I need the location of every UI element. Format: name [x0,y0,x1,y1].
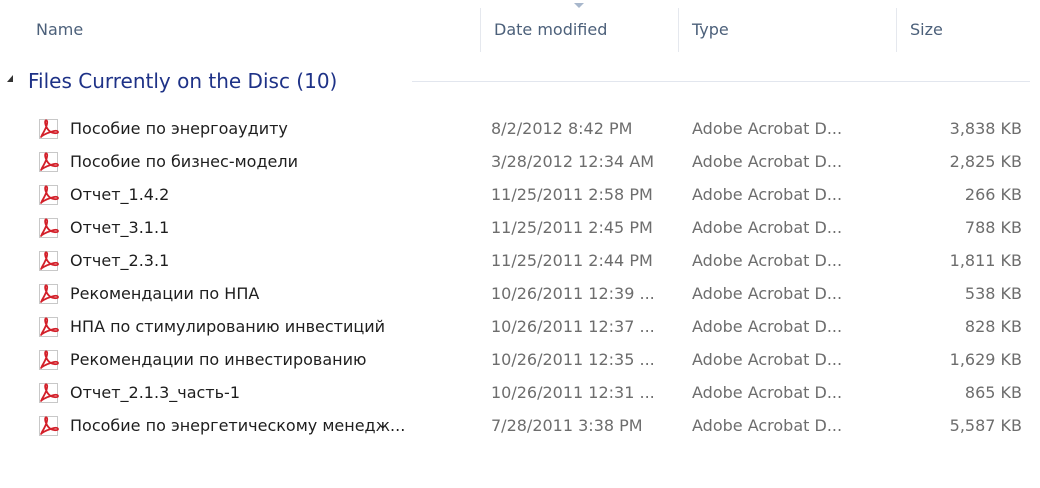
file-name: НПА по стимулированию инвестиций [70,317,386,336]
file-type: Adobe Acrobat D... [692,350,843,369]
group-title: Files Currently on the Disc (10) [28,69,338,93]
file-name: Отчет_2.3.1 [70,251,170,270]
file-size: 1,811 KB [949,251,1022,270]
file-date-modified: 11/25/2011 2:45 PM [491,218,653,237]
file-row[interactable]: Отчет_2.3.1 11/25/2011 2:44 PM Adobe Acr… [0,244,1040,277]
file-name: Рекомендации по НПА [70,284,260,303]
file-date-modified: 10/26/2011 12:39 ... [491,284,655,303]
file-row[interactable]: Рекомендации по НПА 10/26/2011 12:39 ...… [0,277,1040,310]
file-row[interactable]: Отчет_3.1.1 11/25/2011 2:45 PM Adobe Acr… [0,211,1040,244]
file-row[interactable]: Отчет_1.4.2 11/25/2011 2:58 PM Adobe Acr… [0,178,1040,211]
file-type: Adobe Acrobat D... [692,383,843,402]
file-size: 5,587 KB [949,416,1022,435]
file-date-modified: 11/25/2011 2:44 PM [491,251,653,270]
pdf-icon [39,284,59,304]
pdf-icon [39,383,59,403]
file-date-modified: 8/2/2012 8:42 PM [491,119,633,138]
pdf-icon [39,251,59,271]
file-row[interactable]: Пособие по энергетическому менедж... 7/2… [0,409,1040,442]
file-type: Adobe Acrobat D... [692,284,843,303]
file-size: 266 KB [964,185,1022,204]
file-date-modified: 10/26/2011 12:31 ... [491,383,655,402]
file-date-modified: 10/26/2011 12:37 ... [491,317,655,336]
file-size: 3,838 KB [949,119,1022,138]
pdf-icon [39,317,59,337]
file-name: Пособие по бизнес-модели [70,152,298,171]
column-header-date-modified[interactable]: Date modified [480,0,678,60]
group-divider-line [412,81,1030,82]
column-header-type[interactable]: Type [678,0,896,60]
pdf-icon [39,119,59,139]
file-name: Отчет_3.1.1 [70,218,170,237]
file-date-modified: 10/26/2011 12:35 ... [491,350,655,369]
file-row[interactable]: НПА по стимулированию инвестиций 10/26/2… [0,310,1040,343]
file-list: Пособие по энергоаудиту 8/2/2012 8:42 PM… [0,112,1040,442]
file-type: Adobe Acrobat D... [692,218,843,237]
file-row[interactable]: Рекомендации по инвестированию 10/26/201… [0,343,1040,376]
pdf-icon [39,350,59,370]
column-header-row: Name Date modified Type Size [0,0,1040,60]
file-name: Пособие по энергетическому менедж... [70,416,406,435]
file-row[interactable]: Пособие по энергоаудиту 8/2/2012 8:42 PM… [0,112,1040,145]
file-row[interactable]: Пособие по бизнес-модели 3/28/2012 12:34… [0,145,1040,178]
file-size: 538 KB [964,284,1022,303]
collapse-triangle-icon[interactable] [7,75,13,82]
file-size: 865 KB [964,383,1022,402]
file-type: Adobe Acrobat D... [692,185,843,204]
pdf-icon [39,152,59,172]
column-header-size[interactable]: Size [896,0,1040,60]
file-type: Adobe Acrobat D... [692,317,843,336]
file-size: 1,629 KB [949,350,1022,369]
file-type: Adobe Acrobat D... [692,251,843,270]
file-type: Adobe Acrobat D... [692,152,843,171]
pdf-icon [39,416,59,436]
pdf-icon [39,218,59,238]
file-size: 2,825 KB [949,152,1022,171]
file-type: Adobe Acrobat D... [692,119,843,138]
file-name: Отчет_1.4.2 [70,185,170,204]
file-date-modified: 3/28/2012 12:34 AM [491,152,655,171]
pdf-icon [39,185,59,205]
file-name: Пособие по энергоаудиту [70,119,288,138]
group-header[interactable]: Files Currently on the Disc (10) [0,62,1040,100]
file-size: 788 KB [964,218,1022,237]
file-type: Adobe Acrobat D... [692,416,843,435]
file-row[interactable]: Отчет_2.1.3_часть-1 10/26/2011 12:31 ...… [0,376,1040,409]
column-header-name[interactable]: Name [22,0,480,60]
file-size: 828 KB [964,317,1022,336]
file-name: Отчет_2.1.3_часть-1 [70,383,240,402]
file-date-modified: 7/28/2011 3:38 PM [491,416,643,435]
file-name: Рекомендации по инвестированию [70,350,367,369]
file-date-modified: 11/25/2011 2:58 PM [491,185,653,204]
